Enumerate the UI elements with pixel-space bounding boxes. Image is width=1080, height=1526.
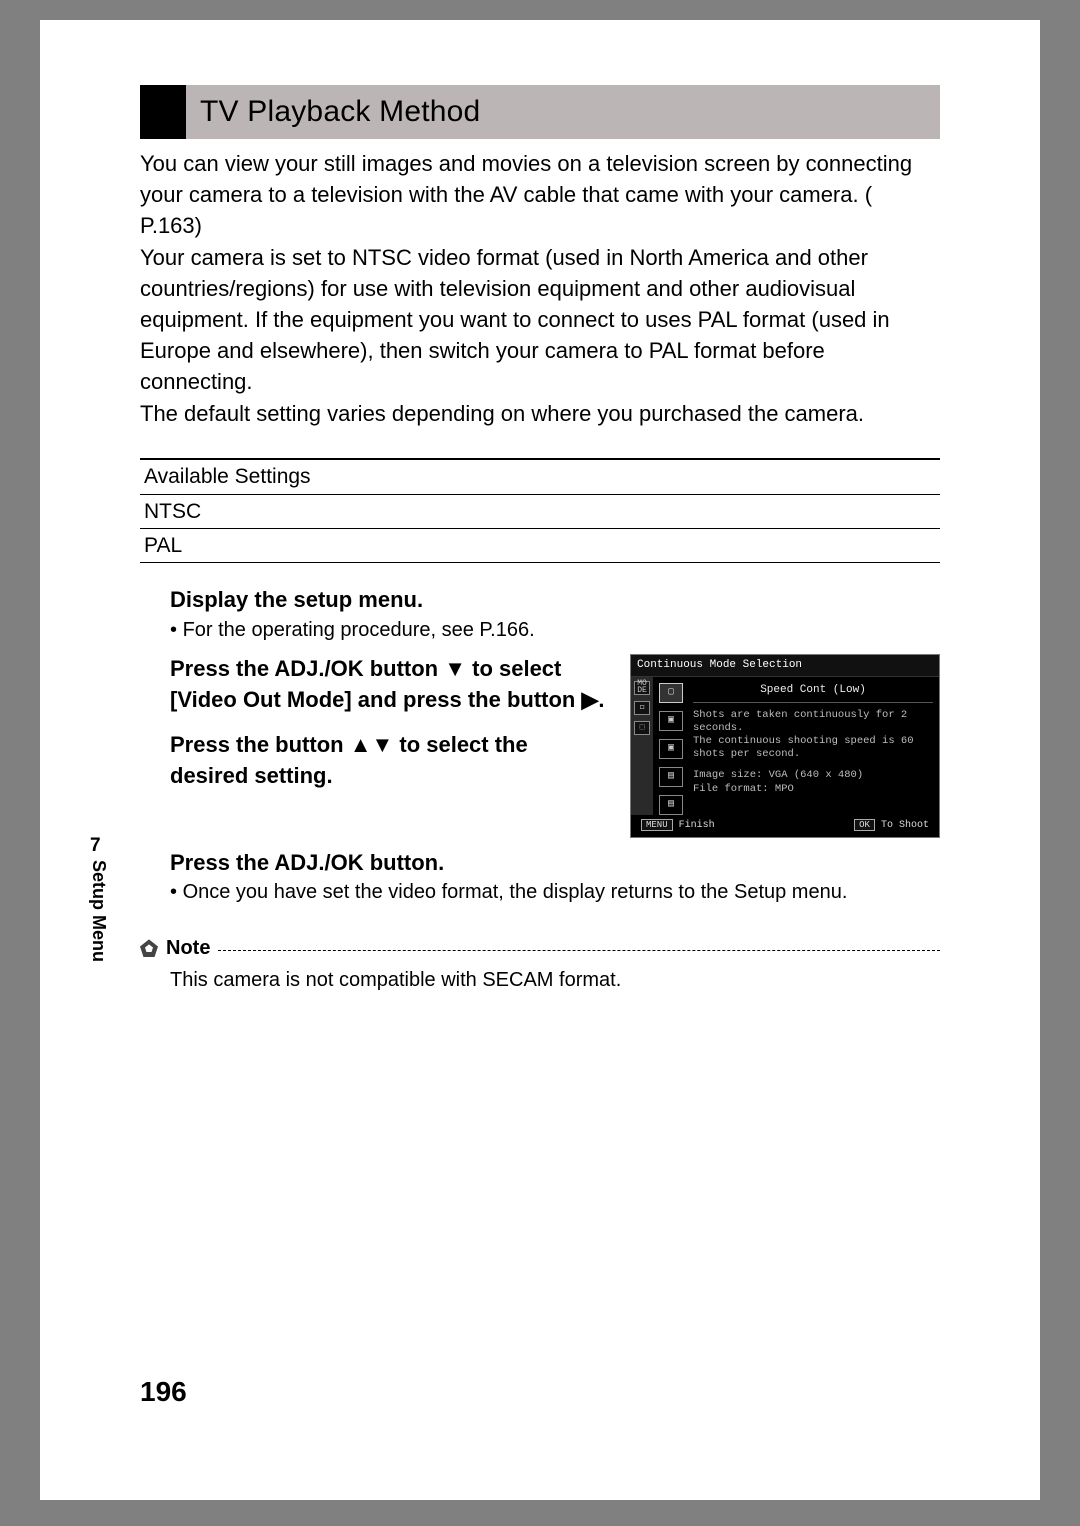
lcd-selected-label: Speed Cont (Low) [693, 681, 933, 703]
lcd-option-icon: ▢ [659, 683, 683, 703]
step-title: Press the ADJ./OK button. [170, 848, 940, 879]
lcd-ok-button-label: OK [854, 819, 875, 831]
note-divider [218, 950, 940, 951]
section-title-bar: TV Playback Method [140, 85, 940, 139]
table-row: PAL [140, 528, 940, 562]
step-4: Press the ADJ./OK button. Once you have … [140, 848, 940, 907]
right-arrow-icon: ▶ [581, 687, 598, 712]
down-arrow-icon: ▼ [371, 732, 393, 757]
lcd-menu-button-label: MENU [641, 819, 673, 831]
step-2: Press the ADJ./OK button ▼ to select [Vi… [140, 654, 608, 716]
table-row: NTSC [140, 494, 940, 528]
lcd-option-icon: ▣ [659, 739, 683, 759]
lcd-detail-pane: Speed Cont (Low) Shots are taken continu… [689, 677, 939, 815]
title-marker [140, 85, 186, 139]
section-title: TV Playback Method [186, 85, 494, 139]
lcd-tab-column: MODE ◻ ⬚ [631, 677, 653, 815]
step-1: Display the setup menu. For the operatin… [140, 585, 940, 644]
page-number: 196 [140, 1376, 187, 1408]
step-title: Press the ADJ./OK button ▼ to select [Vi… [170, 654, 608, 716]
note-label: Note [166, 934, 210, 962]
chapter-title-vertical: Setup Menu [88, 860, 109, 962]
lcd-title: Continuous Mode Selection [631, 655, 939, 676]
step-bullet: Once you have set the video format, the … [170, 878, 940, 906]
note-text: This camera is not compatible with SECAM… [170, 966, 940, 994]
lcd-tab-icon: ◻ [634, 701, 650, 715]
page-ref: P.163 [140, 213, 195, 238]
lcd-info-line: Image size: VGA (640 x 480) [693, 769, 933, 782]
table-header: Available Settings [140, 459, 940, 494]
lcd-tab-icon: ⬚ [634, 721, 650, 735]
manual-page: TV Playback Method You can view your sti… [40, 20, 1040, 1500]
lcd-option-icon: ▤ [659, 795, 683, 815]
chapter-number: 7 [90, 835, 101, 857]
lcd-option-column: ▢ ▣ ▣ ▤ ▤ [653, 677, 689, 815]
note-header-row: Note [140, 934, 940, 962]
note-icon [140, 939, 158, 957]
lcd-info-line: The continuous shooting speed is 60 shot… [693, 735, 933, 761]
step-bullet: For the operating procedure, see P.166. [170, 616, 940, 644]
lcd-tab-icon: MODE [634, 681, 650, 695]
step-title: Press the button ▲▼ to select the desire… [170, 730, 608, 792]
lcd-info-line: Shots are taken continuously for 2 secon… [693, 709, 933, 735]
lcd-option-icon: ▤ [659, 767, 683, 787]
lcd-info-line: File format: MPO [693, 783, 933, 796]
lcd-option-icon: ▣ [659, 711, 683, 731]
main-content: You can view your still images and movie… [140, 149, 940, 994]
lcd-footer: MENU Finish OK To Shoot [631, 815, 939, 833]
step-2-3-row: Press the ADJ./OK button ▼ to select [Vi… [140, 654, 940, 837]
intro-paragraph-3: The default setting varies depending on … [140, 399, 940, 430]
down-arrow-icon: ▼ [444, 656, 466, 681]
intro-paragraph-1: You can view your still images and movie… [140, 149, 940, 241]
step-title: Display the setup menu. [170, 585, 940, 616]
step-3: Press the button ▲▼ to select the desire… [140, 730, 608, 792]
steps-list: Display the setup menu. For the operatin… [140, 585, 940, 906]
camera-lcd-screenshot: Continuous Mode Selection MODE ◻ ⬚ ▢ ▣ ▣… [630, 654, 940, 837]
up-arrow-icon: ▲ [350, 732, 372, 757]
intro-paragraph-2: Your camera is set to NTSC video format … [140, 243, 940, 397]
settings-table: Available Settings NTSC PAL [140, 458, 940, 563]
